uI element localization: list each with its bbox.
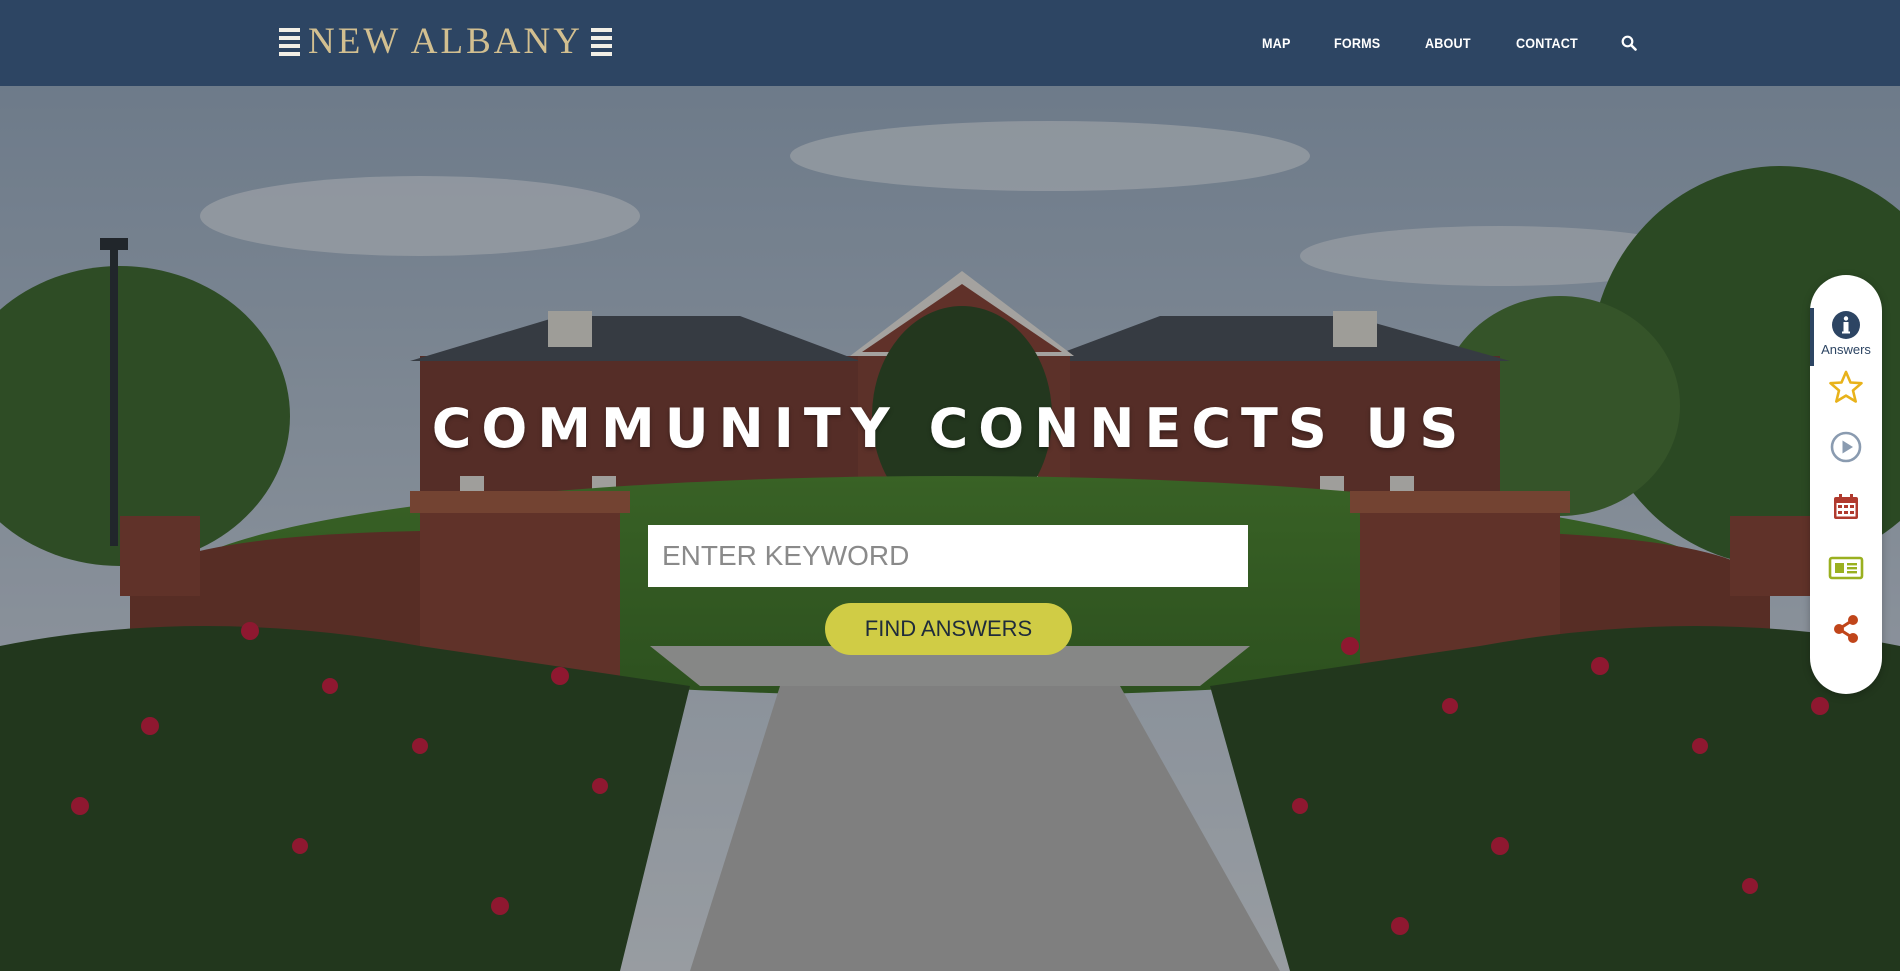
nav-about-link[interactable]: ABOUT (1425, 35, 1471, 51)
newspaper-icon (1828, 556, 1864, 580)
share-icon (1834, 615, 1858, 643)
toolbar-calendar-button[interactable] (1810, 492, 1882, 522)
star-icon (1829, 370, 1863, 403)
find-answers-button[interactable]: FIND ANSWERS (825, 603, 1072, 655)
nav-forms-link[interactable]: FORMS (1334, 35, 1380, 51)
toolbar-news-button[interactable] (1810, 553, 1882, 583)
logo-bars-right-icon (590, 28, 612, 56)
hero-section: COMMUNITY CONNECTS US FIND ANSWERS (0, 86, 1900, 971)
toolbar-answers-label: Answers (1821, 342, 1871, 357)
toolbar-video-button[interactable] (1810, 431, 1882, 463)
toolbar-answers-button[interactable]: Answers (1810, 308, 1882, 366)
site-header: NEW ALBANY MAP FORMS ABOUT CONTACT (0, 0, 1900, 86)
hero-headline: COMMUNITY CONNECTS US (431, 397, 1469, 460)
keyword-search-input[interactable] (648, 525, 1248, 587)
logo-wordmark: NEW ALBANY (308, 21, 583, 62)
side-toolbar: Answers (1810, 275, 1882, 694)
toolbar-favorites-button[interactable] (1810, 370, 1882, 404)
site-logo[interactable]: NEW ALBANY (279, 22, 612, 62)
logo-bars-left-icon (279, 28, 300, 56)
calendar-icon (1834, 494, 1858, 519)
play-icon (1830, 431, 1862, 463)
main-nav: MAP FORMS ABOUT CONTACT (1262, 0, 1637, 86)
nav-map-link[interactable]: MAP (1262, 35, 1291, 51)
info-icon (1832, 311, 1860, 339)
nav-contact-link[interactable]: CONTACT (1516, 35, 1578, 51)
toolbar-share-button[interactable] (1810, 613, 1882, 645)
search-icon[interactable] (1621, 35, 1637, 51)
